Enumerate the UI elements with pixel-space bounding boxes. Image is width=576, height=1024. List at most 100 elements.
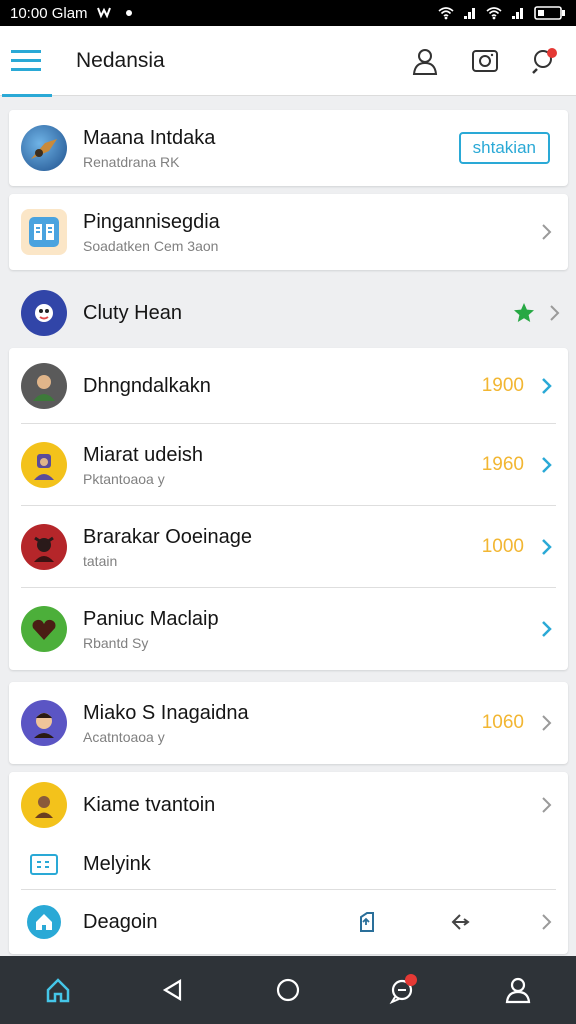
menu-button[interactable] <box>0 26 52 97</box>
game-art-icon <box>31 139 57 159</box>
item-subtitle: Renatdrana RK <box>83 153 180 170</box>
avatar <box>21 125 67 171</box>
home-icon <box>36 914 52 930</box>
notification-dot-icon <box>125 10 132 16</box>
nav-messages[interactable] <box>379 966 427 1014</box>
item-subtitle: Pktantoaoa y <box>83 470 165 487</box>
list-item[interactable]: Kiame tvantoin <box>9 772 568 838</box>
chevron-right-icon <box>540 796 554 814</box>
item-value: 1900 <box>481 375 524 396</box>
nav-back[interactable] <box>149 966 197 1014</box>
status-time: 10:00 Glam <box>10 4 88 22</box>
chevron-right-icon <box>540 538 554 556</box>
back-triangle-icon <box>162 979 181 1001</box>
item-title: Miarat udeish <box>83 443 204 466</box>
signal-icon-2 <box>512 8 523 19</box>
heart-icon <box>32 619 56 640</box>
circle-home-icon <box>276 978 300 1002</box>
camera-button[interactable] <box>468 44 502 78</box>
item-title: Brarakar Ooeinage <box>83 525 252 548</box>
mascot-icon <box>35 304 53 322</box>
item-title: Cluty Hean <box>83 301 182 324</box>
list-item[interactable]: Maana Intdaka Renatdrana RK shtakian <box>9 110 568 186</box>
item-title: Pingannisegdia <box>83 210 220 233</box>
nav-recents[interactable] <box>264 966 312 1014</box>
item-subtitle: Soadatken Cem 3aon <box>83 237 219 254</box>
hamburger-icon <box>11 50 41 71</box>
avatar <box>21 606 67 652</box>
camera-icon <box>472 49 498 72</box>
star-icon[interactable] <box>512 301 536 325</box>
chevron-right-icon <box>540 714 554 732</box>
list-item[interactable]: Deagoin <box>9 890 568 954</box>
notification-badge <box>547 47 557 58</box>
calendar-icon-wrap <box>21 849 67 879</box>
avatar <box>21 209 67 255</box>
battery-icon <box>534 6 565 20</box>
list-item[interactable]: Dhngndalkakn 1900 <box>9 348 568 424</box>
bottom-nav <box>0 956 576 1024</box>
avatar <box>21 363 67 409</box>
item-title: Melyink <box>83 852 151 875</box>
item-subtitle: Acatntoaoa y <box>83 728 165 745</box>
item-title: Dhngndalkakn <box>83 374 211 397</box>
character-icon <box>34 713 54 738</box>
search-notifications-button[interactable] <box>528 44 562 78</box>
wifi-icon <box>438 7 454 20</box>
chevron-right-icon <box>540 377 554 395</box>
list-card: Kiame tvantoin Melyink Deagoin <box>9 772 568 954</box>
signal-icon <box>464 8 475 19</box>
list-item[interactable]: Miarat udeish Pktantoaoa y 1960 <box>9 424 568 506</box>
item-title: Deagoin <box>83 910 158 933</box>
character-icon <box>34 536 54 562</box>
avatar <box>21 700 67 746</box>
list-item[interactable]: Miako S Inagaidna Acatntoaoa y 1060 <box>9 682 568 764</box>
character-icon <box>33 375 55 401</box>
list-item[interactable]: Brarakar Ooeinage tatain 1000 <box>9 506 568 588</box>
item-value: 1060 <box>481 712 524 733</box>
item-title: Miako S Inagaidna <box>83 701 249 724</box>
chevron-right-icon <box>540 223 554 241</box>
calendar-icon <box>30 854 58 875</box>
item-title: Kiame tvantoin <box>83 793 216 816</box>
item-subtitle: Rbantd Sy <box>83 634 149 651</box>
list-card: Pingannisegdia Soadatken Cem 3aon <box>9 194 568 270</box>
item-subtitle: tatain <box>83 552 118 569</box>
list-item[interactable]: Paniuc Maclaip Rbantd Sy <box>9 588 568 670</box>
item-title: Maana Intdaka <box>83 126 216 149</box>
person-icon <box>412 48 438 75</box>
item-value: 1000 <box>481 536 524 557</box>
notification-icon <box>96 7 111 19</box>
action-button[interactable]: shtakian <box>458 132 550 164</box>
avatar <box>27 905 61 939</box>
list-item[interactable]: Pingannisegdia Soadatken Cem 3aon <box>9 194 568 270</box>
chevron-right-icon <box>540 456 554 474</box>
status-bar: 10:00 Glam <box>0 0 576 26</box>
item-value: 1960 <box>481 454 524 475</box>
home-icon <box>46 978 69 1003</box>
nav-profile[interactable] <box>494 966 542 1014</box>
chevron-right-icon <box>540 913 554 931</box>
app-bar: Nedansia <box>0 26 576 97</box>
character-icon <box>34 454 54 480</box>
person-icon <box>506 977 531 1004</box>
share-icon[interactable] <box>356 911 378 933</box>
wifi-icon-2 <box>486 7 502 20</box>
list-item[interactable]: Cluty Hean <box>0 278 576 348</box>
avatar <box>21 442 67 488</box>
item-title: Paniuc Maclaip <box>83 607 219 630</box>
profile-button[interactable] <box>408 44 442 78</box>
list-card: Dhngndalkakn 1900 Miarat udeish Pktantoa… <box>9 348 568 670</box>
character-icon <box>35 796 53 818</box>
chevron-right-icon <box>548 304 562 322</box>
avatar <box>21 290 67 336</box>
avatar <box>21 524 67 570</box>
content-list: Maana Intdaka Renatdrana RK shtakian Pin… <box>0 110 576 962</box>
reply-icon[interactable] <box>450 911 472 933</box>
list-card: Miako S Inagaidna Acatntoaoa y 1060 <box>9 682 568 764</box>
list-card: Maana Intdaka Renatdrana RK shtakian <box>9 110 568 186</box>
nav-home[interactable] <box>34 966 82 1014</box>
list-item[interactable]: Melyink <box>9 838 568 890</box>
avatar <box>21 782 67 828</box>
app-tile-icon <box>29 217 59 247</box>
